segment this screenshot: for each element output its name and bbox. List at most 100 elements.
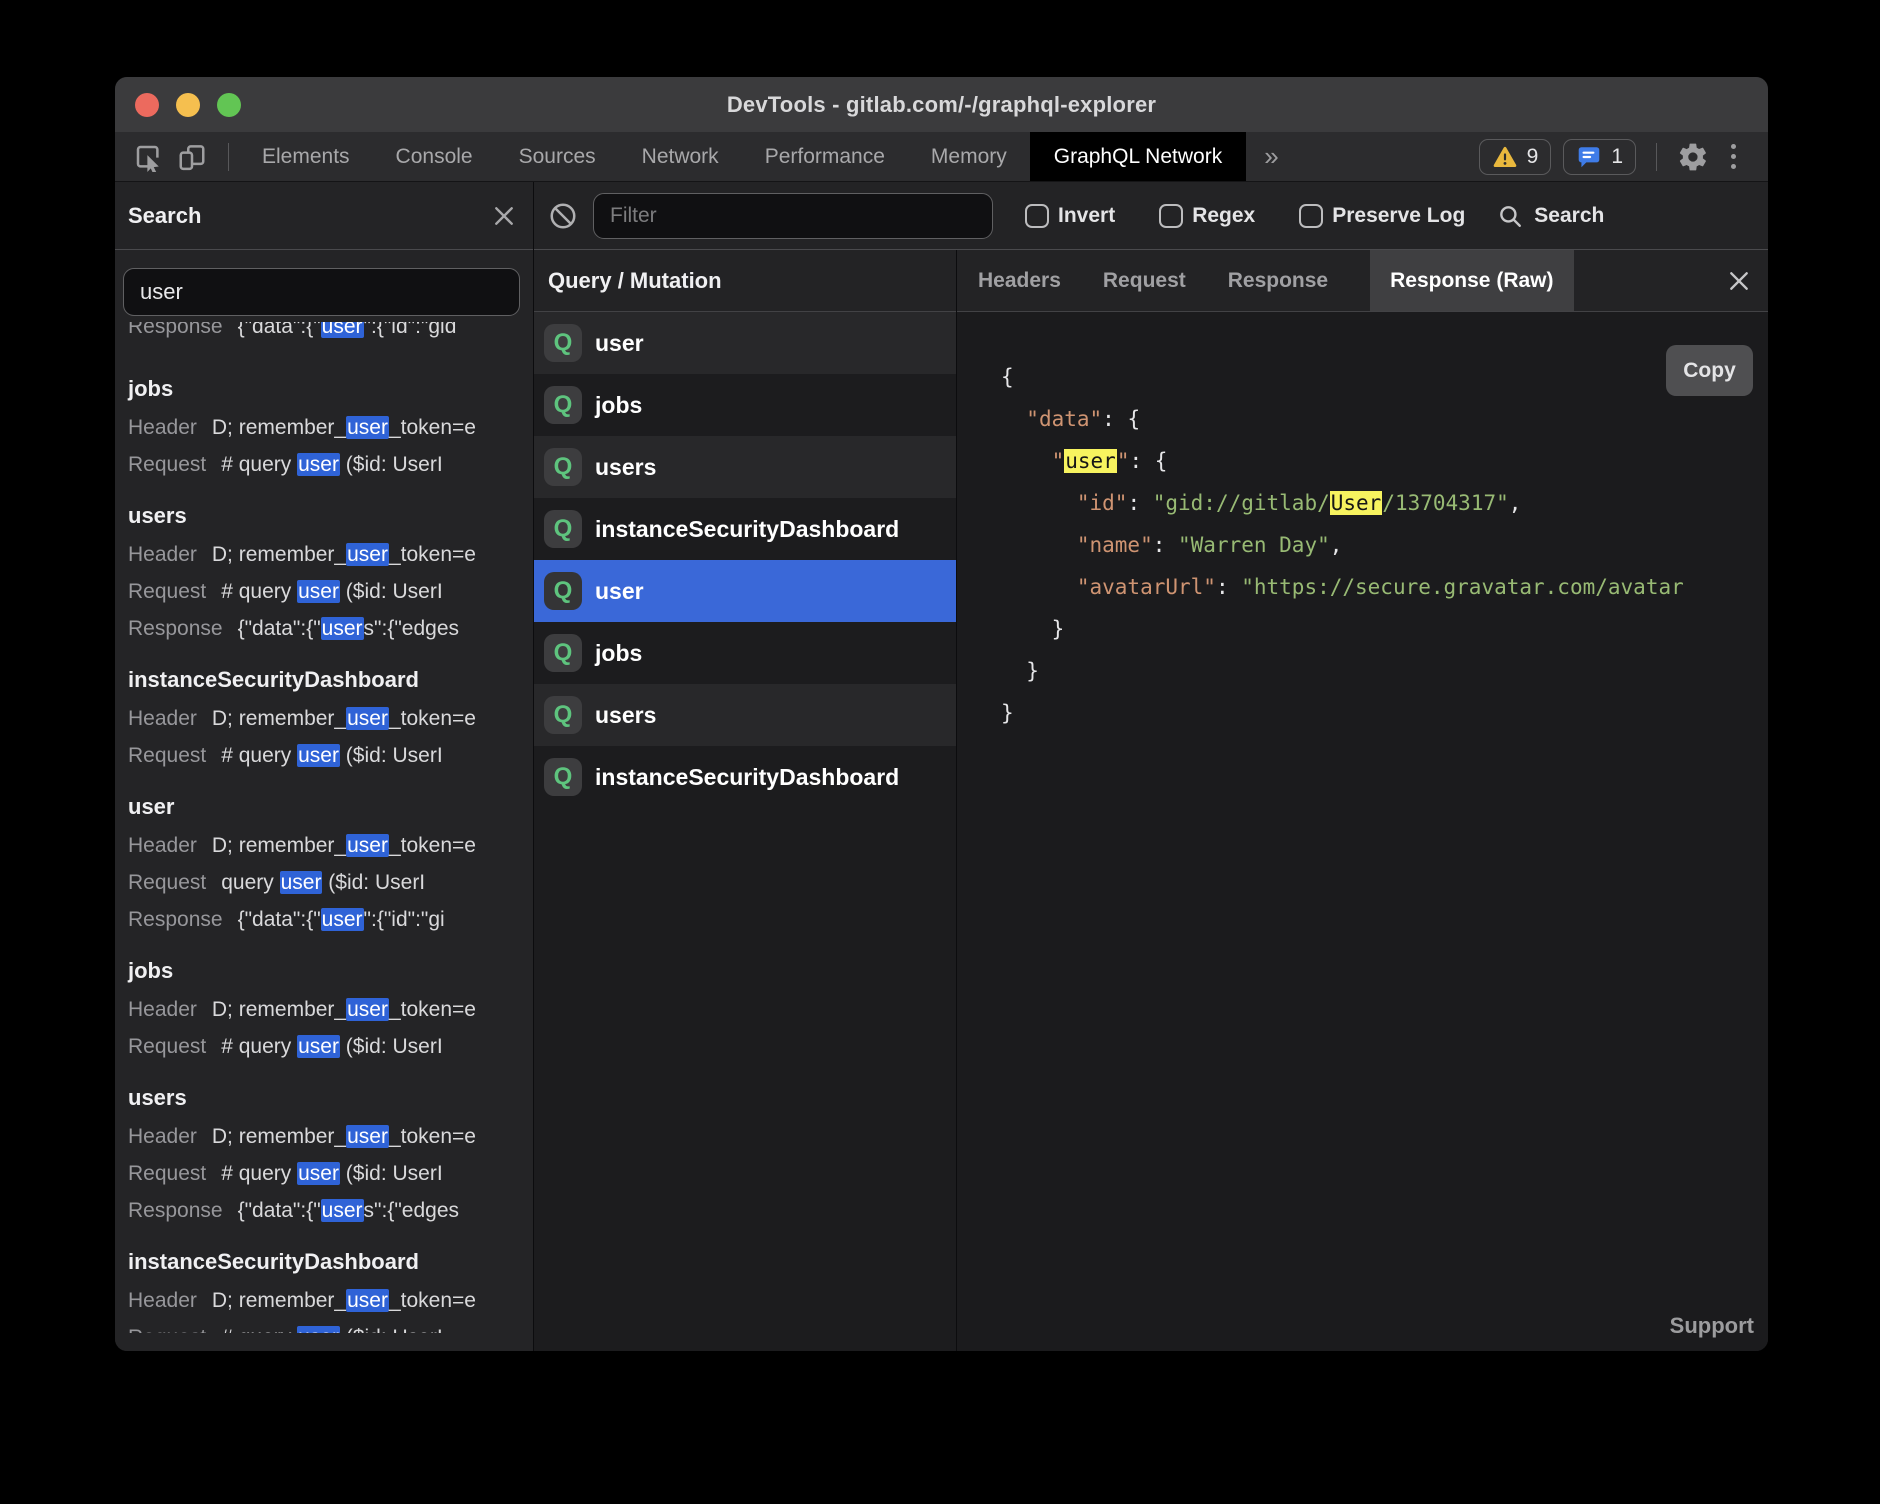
code-token xyxy=(1001,449,1052,473)
tab-memory[interactable]: Memory xyxy=(931,145,1007,169)
search-result-line[interactable]: Response{"data":{"users":{"edges xyxy=(128,1192,533,1229)
issues-badge[interactable]: 1 xyxy=(1563,139,1636,175)
search-result-line[interactable]: HeaderD; remember_user_token=e xyxy=(128,409,533,446)
device-toolbar-icon[interactable] xyxy=(176,141,208,173)
search-result-line[interactable]: Request# query user ($id: UserI xyxy=(128,737,533,774)
checkbox-preserve-log[interactable]: Preserve Log xyxy=(1299,204,1465,228)
query-row-instancesecuritydashboard[interactable]: QinstanceSecurityDashboard xyxy=(534,746,956,808)
result-text: # query xyxy=(221,580,297,603)
more-tabs-chevron[interactable]: » xyxy=(1264,141,1278,172)
search-result-line[interactable]: HeaderD; remember_user_token=e xyxy=(128,1282,533,1319)
zoom-window-button[interactable] xyxy=(217,93,241,117)
network-area: Invert Regex Preserve Log Search Query / M… xyxy=(534,182,1768,1351)
search-result-line[interactable]: Request# query user ($id: UserI xyxy=(128,573,533,610)
detail-tab-request[interactable]: Request xyxy=(1103,269,1186,293)
match-highlight: user xyxy=(321,908,364,931)
message-bubble-icon xyxy=(1576,144,1602,170)
search-result-group[interactable]: jobsHeaderD; remember_user_token=eReques… xyxy=(128,951,533,1065)
response-raw-view: { "data": { "user": { "id": "gid://gitla… xyxy=(957,312,1768,1351)
search-result-line[interactable]: Response{"data":{"user":{"id":"gid xyxy=(128,322,533,345)
devtools-window: DevTools - gitlab.com/-/graphql-explorer… xyxy=(115,77,1768,1351)
search-result-line[interactable]: Response{"data":{"users":{"edges xyxy=(128,610,533,647)
result-text: _token=e xyxy=(389,1125,476,1148)
result-text: ":{"id":"gid xyxy=(364,322,457,338)
tab-network[interactable]: Network xyxy=(642,145,719,169)
code-line: { xyxy=(1001,356,1768,398)
search-result-line[interactable]: Response{"data":{"user":{"id":"gi xyxy=(128,901,533,938)
result-text: ($id: UserI xyxy=(322,871,425,894)
search-result-line[interactable]: HeaderD; remember_user_token=e xyxy=(128,827,533,864)
tab-graphql-network[interactable]: GraphQL Network xyxy=(1030,132,1246,181)
query-row-instancesecuritydashboard[interactable]: QinstanceSecurityDashboard xyxy=(534,498,956,560)
settings-gear-icon[interactable] xyxy=(1677,141,1709,173)
panels: Query / Mutation QuserQjobsQusersQinstan… xyxy=(534,250,1768,1351)
search-result-line[interactable]: Requestquery user ($id: UserI xyxy=(128,864,533,901)
result-text: _token=e xyxy=(389,834,476,857)
search-panel-header: Search xyxy=(115,182,533,250)
query-row-jobs[interactable]: Qjobs xyxy=(534,622,956,684)
checkbox-box xyxy=(1159,204,1183,228)
toolbar-divider xyxy=(1656,143,1657,171)
search-result-group[interactable]: userHeaderD; remember_user_token=eReques… xyxy=(128,787,533,938)
search-result-line[interactable]: Request# query user ($id: UserI xyxy=(128,1028,533,1065)
code-token: "id" xyxy=(1077,491,1128,515)
filter-search[interactable]: Search xyxy=(1497,203,1604,229)
detail-tab-headers[interactable]: Headers xyxy=(978,269,1061,293)
result-field-value: query user ($id: UserI xyxy=(221,871,425,894)
search-result-group[interactable]: usersHeaderD; remember_user_token=eReque… xyxy=(128,496,533,647)
inspect-element-icon[interactable] xyxy=(132,141,164,173)
search-result-line[interactable]: HeaderD; remember_user_token=e xyxy=(128,700,533,737)
tab-performance[interactable]: Performance xyxy=(765,145,885,169)
search-result-line[interactable]: HeaderD; remember_user_token=e xyxy=(128,1118,533,1155)
query-row-users[interactable]: Qusers xyxy=(534,436,956,498)
search-result-group[interactable]: instanceSecurityDashboardHeaderD; rememb… xyxy=(128,1242,533,1333)
result-field-value: # query user ($id: UserI xyxy=(221,580,442,603)
query-row-user[interactable]: Quser xyxy=(534,312,956,374)
screen: { "window": { "title": "DevTools - gitla… xyxy=(0,0,1880,1504)
code-token: : xyxy=(1216,575,1241,599)
search-input[interactable] xyxy=(123,268,520,316)
result-field-label: Header xyxy=(128,543,197,566)
query-row-user[interactable]: Quser xyxy=(534,560,956,622)
query-row-users[interactable]: Qusers xyxy=(534,684,956,746)
clear-block-icon[interactable] xyxy=(547,200,579,232)
minimize-window-button[interactable] xyxy=(176,93,200,117)
search-result-group[interactable]: jobsHeaderD; remember_user_token=eReques… xyxy=(128,369,533,483)
detail-tab-response-raw[interactable]: Response (Raw) xyxy=(1370,250,1573,311)
result-field-value: # query user ($id: UserI xyxy=(221,1035,442,1058)
match-highlight: user xyxy=(346,834,389,857)
close-detail-panel-icon[interactable] xyxy=(1726,268,1752,294)
search-result-line[interactable]: Request# query user ($id: UserI xyxy=(128,446,533,483)
close-search-panel-icon[interactable] xyxy=(491,203,517,229)
result-text: # query xyxy=(221,1035,297,1058)
filter-input[interactable] xyxy=(593,193,993,239)
checkbox-invert[interactable]: Invert xyxy=(1025,204,1115,228)
code-token: } xyxy=(1001,659,1039,683)
tab-sources[interactable]: Sources xyxy=(519,145,596,169)
checkbox-box xyxy=(1025,204,1049,228)
detail-tab-response[interactable]: Response xyxy=(1228,269,1328,293)
more-options-kebab-icon[interactable] xyxy=(1721,140,1746,173)
query-type-icon: Q xyxy=(544,572,582,610)
result-field-label: Response xyxy=(128,322,223,338)
search-result-line[interactable]: Request# query user ($id: UserI xyxy=(128,1319,533,1333)
result-text: _token=e xyxy=(389,998,476,1021)
search-result-line[interactable]: HeaderD; remember_user_token=e xyxy=(128,536,533,573)
warnings-badge[interactable]: 9 xyxy=(1479,139,1552,175)
search-result-group[interactable]: instanceSecurityDashboardHeaderD; rememb… xyxy=(128,660,533,774)
copy-button[interactable]: Copy xyxy=(1666,345,1753,396)
support-link[interactable]: Support xyxy=(1670,1313,1754,1339)
query-row-jobs[interactable]: Qjobs xyxy=(534,374,956,436)
query-list-header: Query / Mutation xyxy=(534,250,956,312)
search-result-line[interactable]: HeaderD; remember_user_token=e xyxy=(128,991,533,1028)
checkbox-regex[interactable]: Regex xyxy=(1159,204,1255,228)
code-token: : xyxy=(1127,491,1152,515)
result-text: _token=e xyxy=(389,707,476,730)
search-result-group[interactable]: usersHeaderD; remember_user_token=eReque… xyxy=(128,1078,533,1229)
code-token: , xyxy=(1330,533,1343,557)
close-window-button[interactable] xyxy=(135,93,159,117)
tab-console[interactable]: Console xyxy=(396,145,473,169)
search-result-line[interactable]: Request# query user ($id: UserI xyxy=(128,1155,533,1192)
result-field-value: D; remember_user_token=e xyxy=(212,1289,476,1312)
tab-elements[interactable]: Elements xyxy=(262,145,350,169)
